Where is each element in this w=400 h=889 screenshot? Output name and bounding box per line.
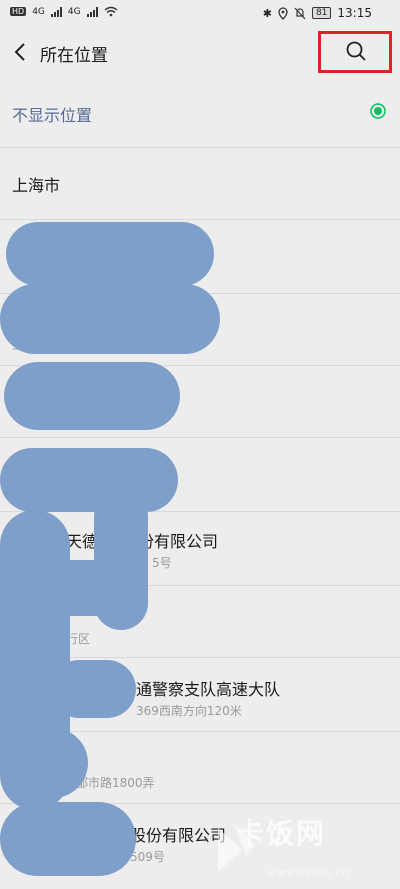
- list-item-hide-location[interactable]: 不显示位置: [0, 76, 400, 148]
- hd-badge: HD: [10, 7, 27, 16]
- signal-label-2: 4G: [67, 6, 81, 17]
- signal-icon-2: [86, 6, 98, 17]
- status-right: ✱ 81 13:15: [263, 6, 372, 20]
- list-item-subtitle: 5号: [152, 556, 172, 570]
- hide-location-label: 不显示位置: [12, 106, 93, 125]
- wifi-icon: [104, 6, 118, 17]
- status-left: HD 4G 4G: [10, 6, 118, 17]
- nav-bar: 所在位置: [0, 28, 400, 76]
- watermark-url: www.kafan.cn: [268, 868, 350, 879]
- mute-icon: [294, 7, 306, 19]
- list-item-subtitle: 509号: [130, 850, 165, 864]
- status-bar: HD 4G 4G ✱ 81 13:15: [0, 0, 400, 28]
- search-icon[interactable]: [345, 40, 367, 62]
- list-item-city[interactable]: 上海市: [0, 148, 400, 220]
- list-item-subtitle: 都市路1800弄: [76, 776, 155, 790]
- selected-check-icon: [370, 103, 386, 119]
- page-title: 所在位置: [40, 46, 108, 66]
- chevron-left-icon[interactable]: [12, 41, 30, 63]
- clock: 13:15: [337, 6, 372, 20]
- list-item-title-tail: 通警察支队高速大队: [136, 680, 281, 699]
- list-item-subtitle: 369西南方向120米: [136, 704, 242, 718]
- signal-label-1: 4G: [32, 6, 45, 17]
- search-highlight-box[interactable]: [318, 31, 392, 73]
- list-item-title-tail: 份有限公司: [138, 532, 219, 551]
- watermark-text: 卡饭网: [236, 817, 327, 850]
- signal-icon: [50, 6, 62, 17]
- city-label: 上海市: [12, 176, 61, 195]
- location-icon: [278, 6, 288, 20]
- bluetooth-icon: ✱: [262, 6, 272, 20]
- battery-indicator: 81: [311, 7, 332, 19]
